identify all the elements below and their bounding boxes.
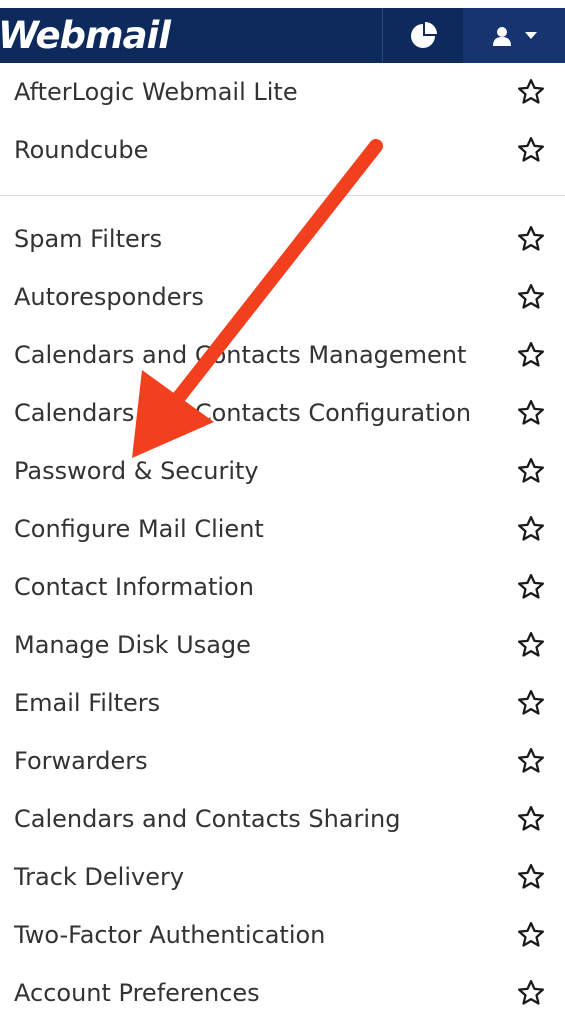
menu-item-label: Calendars and Contacts Management	[14, 341, 467, 369]
top-navigation-bar: Webmail	[0, 8, 565, 63]
menu-item-password-security[interactable]: Password & Security	[0, 442, 565, 500]
menu-item-label: Calendars and Contacts Configuration	[14, 399, 472, 427]
menu-item-email-filters[interactable]: Email Filters	[0, 674, 565, 732]
star-outline-icon[interactable]	[516, 340, 546, 370]
menu-item-label: Forwarders	[14, 747, 148, 775]
menu-item-track-delivery[interactable]: Track Delivery	[0, 848, 565, 906]
menu-item-forwarders[interactable]: Forwarders	[0, 732, 565, 790]
user-icon	[493, 26, 511, 46]
menu-item-label: Calendars and Contacts Sharing	[14, 805, 401, 833]
star-outline-icon[interactable]	[516, 224, 546, 254]
menu-item-label: Manage Disk Usage	[14, 631, 251, 659]
menu-item-label: Track Delivery	[14, 863, 185, 891]
menu-divider	[0, 195, 565, 196]
menu-item-autoresponders[interactable]: Autoresponders	[0, 268, 565, 326]
menu-item-calendars-contacts-configuration[interactable]: Calendars and Contacts Configuration	[0, 384, 565, 442]
star-outline-icon[interactable]	[516, 135, 546, 165]
menu-item-spam-filters[interactable]: Spam Filters	[0, 210, 565, 268]
menu-item-account-preferences[interactable]: Account Preferences	[0, 964, 565, 1010]
menu-item-label: Email Filters	[14, 689, 161, 717]
star-outline-icon[interactable]	[516, 978, 546, 1008]
star-outline-icon[interactable]	[516, 688, 546, 718]
menu-item-afterlogic[interactable]: AfterLogic Webmail Lite	[0, 63, 565, 121]
star-outline-icon[interactable]	[516, 920, 546, 950]
menu-item-label: Autoresponders	[14, 283, 204, 311]
star-outline-icon[interactable]	[516, 572, 546, 602]
caret-down-icon	[525, 31, 537, 39]
menu-item-calendars-contacts-sharing[interactable]: Calendars and Contacts Sharing	[0, 790, 565, 848]
menu-item-contact-information[interactable]: Contact Information	[0, 558, 565, 616]
webmail-logo[interactable]: Webmail	[0, 16, 171, 56]
menu-item-label: Contact Information	[14, 573, 254, 601]
star-outline-icon[interactable]	[516, 282, 546, 312]
menu-item-label: Account Preferences	[14, 979, 260, 1007]
star-outline-icon[interactable]	[516, 77, 546, 107]
star-outline-icon[interactable]	[516, 804, 546, 834]
star-outline-icon[interactable]	[516, 514, 546, 544]
menu-item-configure-mail-client[interactable]: Configure Mail Client	[0, 500, 565, 558]
menu-item-label: Spam Filters	[14, 225, 163, 253]
star-outline-icon[interactable]	[516, 630, 546, 660]
menu-item-label: Configure Mail Client	[14, 515, 264, 543]
user-menu-button[interactable]	[463, 8, 565, 63]
star-outline-icon[interactable]	[516, 862, 546, 892]
menu-item-label: Two-Factor Authentication	[14, 921, 326, 949]
star-outline-icon[interactable]	[516, 746, 546, 776]
menu-item-label: Roundcube	[14, 136, 149, 164]
menu-item-manage-disk-usage[interactable]: Manage Disk Usage	[0, 616, 565, 674]
webmail-page: Webmail AfterLogic Webmail Lite Roundcub…	[0, 0, 565, 1010]
menu-item-label: AfterLogic Webmail Lite	[14, 78, 298, 106]
star-outline-icon[interactable]	[516, 398, 546, 428]
stats-button[interactable]	[382, 8, 463, 63]
menu-item-label: Password & Security	[14, 457, 259, 485]
menu-item-calendars-contacts-management[interactable]: Calendars and Contacts Management	[0, 326, 565, 384]
app-menu: AfterLogic Webmail Lite Roundcube Spam F…	[0, 63, 565, 1010]
pie-chart-icon	[411, 21, 437, 48]
menu-item-roundcube[interactable]: Roundcube	[0, 121, 565, 179]
star-outline-icon[interactable]	[516, 456, 546, 486]
menu-item-two-factor-authentication[interactable]: Two-Factor Authentication	[0, 906, 565, 964]
